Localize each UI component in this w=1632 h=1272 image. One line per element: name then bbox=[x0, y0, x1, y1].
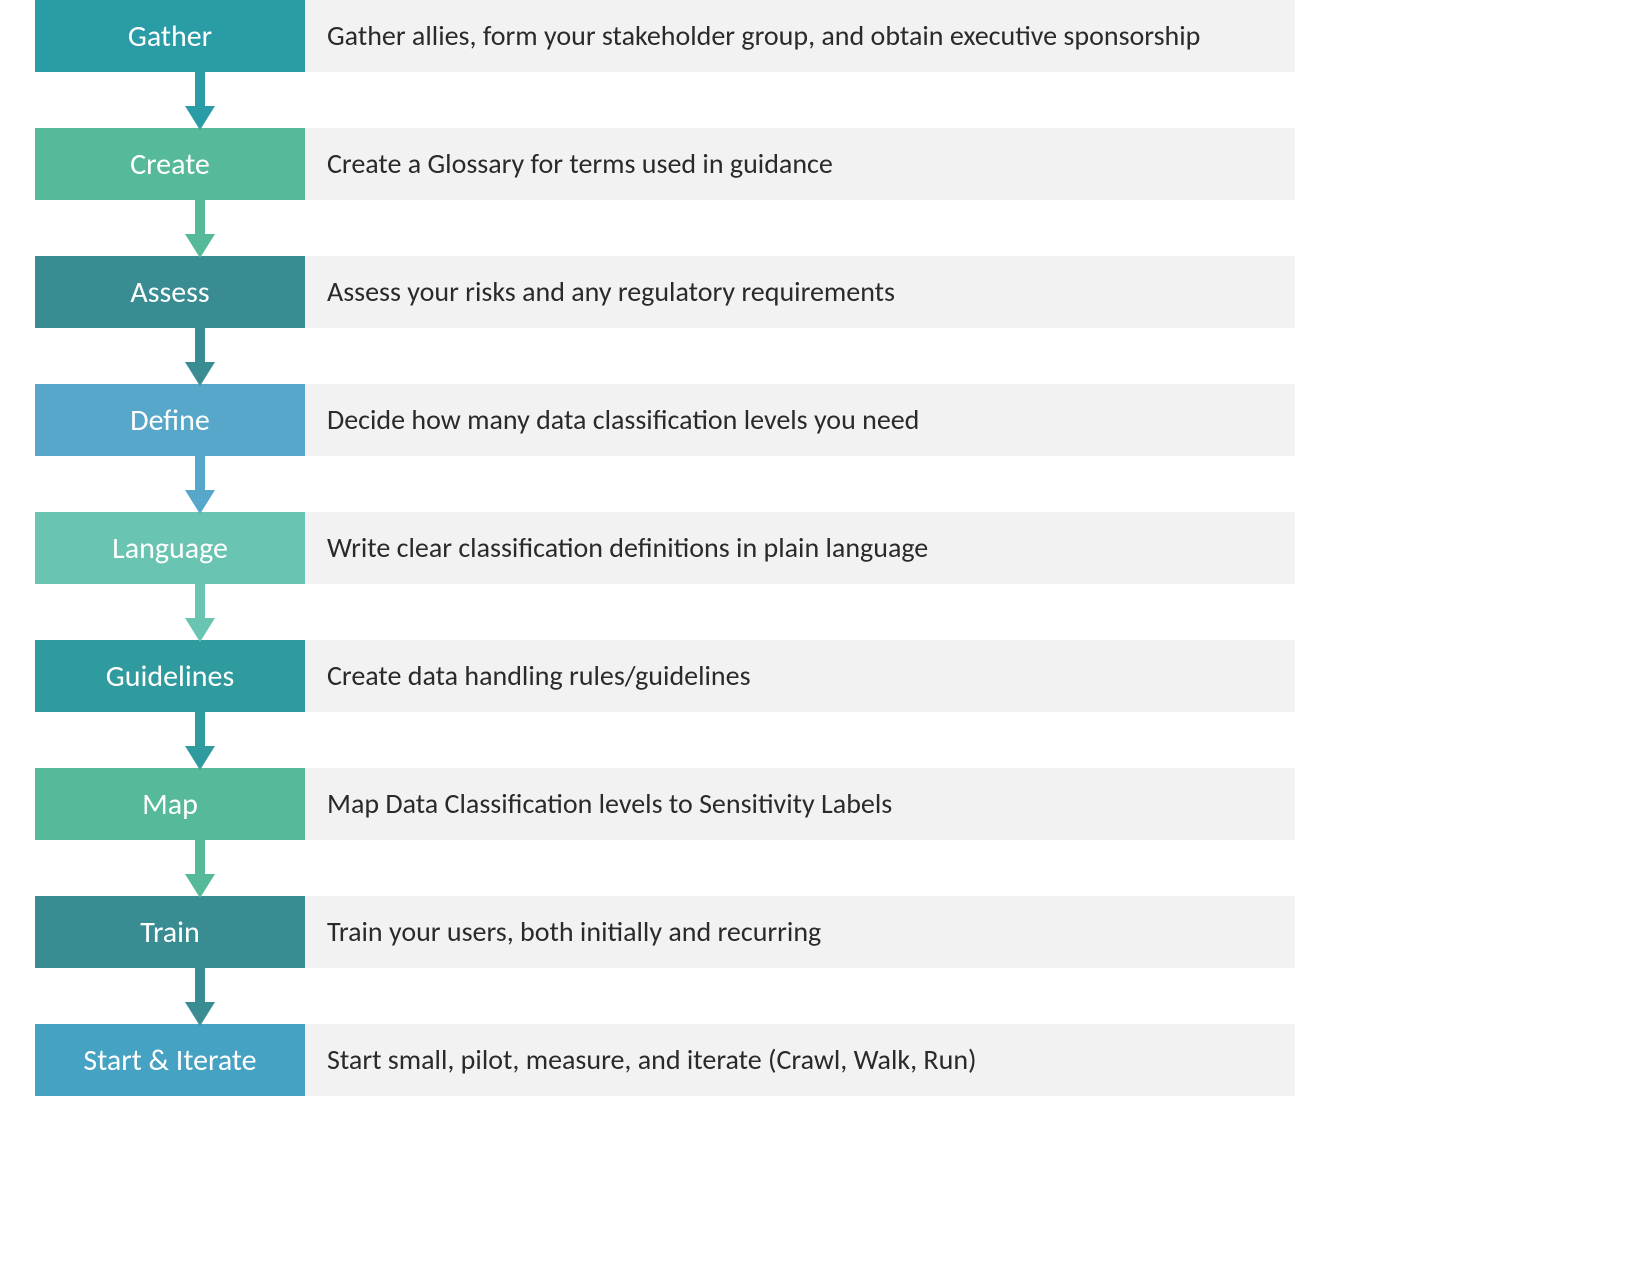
step-description: Create data handling rules/guidelines bbox=[305, 640, 1295, 712]
step-description: Start small, pilot, measure, and iterate… bbox=[305, 1024, 1295, 1096]
arrow-spacer bbox=[35, 328, 1295, 384]
step-row: Create Create a Glossary for terms used … bbox=[35, 128, 1295, 200]
step-label-box: Assess bbox=[35, 256, 305, 328]
step-label: Create bbox=[130, 146, 210, 183]
arrow-spacer bbox=[35, 712, 1295, 768]
down-arrow-icon bbox=[185, 582, 215, 642]
step-row: Start & Iterate Start small, pilot, meas… bbox=[35, 1024, 1295, 1096]
step-label-box: Start & Iterate bbox=[35, 1024, 305, 1096]
step-label: Guidelines bbox=[106, 658, 234, 695]
down-arrow-icon bbox=[185, 966, 215, 1026]
step-label-box: Map bbox=[35, 768, 305, 840]
step-description: Assess your risks and any regulatory req… bbox=[305, 256, 1295, 328]
step-label-box: Language bbox=[35, 512, 305, 584]
arrow-spacer bbox=[35, 840, 1295, 896]
step-row: Train Train your users, both initially a… bbox=[35, 896, 1295, 968]
step-description: Create a Glossary for terms used in guid… bbox=[305, 128, 1295, 200]
step-label: Language bbox=[112, 530, 228, 567]
step-row: Define Decide how many data classificati… bbox=[35, 384, 1295, 456]
step-row: Language Write clear classification defi… bbox=[35, 512, 1295, 584]
step-label: Train bbox=[140, 914, 200, 951]
arrow-spacer bbox=[35, 72, 1295, 128]
step-description: Gather allies, form your stakeholder gro… bbox=[305, 0, 1295, 72]
process-flow-diagram: Gather Gather allies, form your stakehol… bbox=[35, 0, 1295, 1096]
step-row: Guidelines Create data handling rules/gu… bbox=[35, 640, 1295, 712]
step-label-box: Create bbox=[35, 128, 305, 200]
step-label: Define bbox=[130, 402, 210, 439]
step-description: Map Data Classification levels to Sensit… bbox=[305, 768, 1295, 840]
step-description: Write clear classification definitions i… bbox=[305, 512, 1295, 584]
step-label-box: Define bbox=[35, 384, 305, 456]
step-description: Decide how many data classification leve… bbox=[305, 384, 1295, 456]
step-row: Map Map Data Classification levels to Se… bbox=[35, 768, 1295, 840]
step-label-box: Train bbox=[35, 896, 305, 968]
down-arrow-icon bbox=[185, 454, 215, 514]
step-row: Gather Gather allies, form your stakehol… bbox=[35, 0, 1295, 72]
arrow-spacer bbox=[35, 456, 1295, 512]
down-arrow-icon bbox=[185, 838, 215, 898]
step-description: Train your users, both initially and rec… bbox=[305, 896, 1295, 968]
step-row: Assess Assess your risks and any regulat… bbox=[35, 256, 1295, 328]
down-arrow-icon bbox=[185, 70, 215, 130]
step-label: Assess bbox=[130, 274, 209, 311]
step-label: Gather bbox=[128, 18, 212, 55]
down-arrow-icon bbox=[185, 710, 215, 770]
step-label-box: Guidelines bbox=[35, 640, 305, 712]
step-label-box: Gather bbox=[35, 0, 305, 72]
down-arrow-icon bbox=[185, 198, 215, 258]
arrow-spacer bbox=[35, 200, 1295, 256]
arrow-spacer bbox=[35, 584, 1295, 640]
step-label: Map bbox=[142, 786, 198, 823]
down-arrow-icon bbox=[185, 326, 215, 386]
step-label: Start & Iterate bbox=[83, 1042, 256, 1079]
arrow-spacer bbox=[35, 968, 1295, 1024]
